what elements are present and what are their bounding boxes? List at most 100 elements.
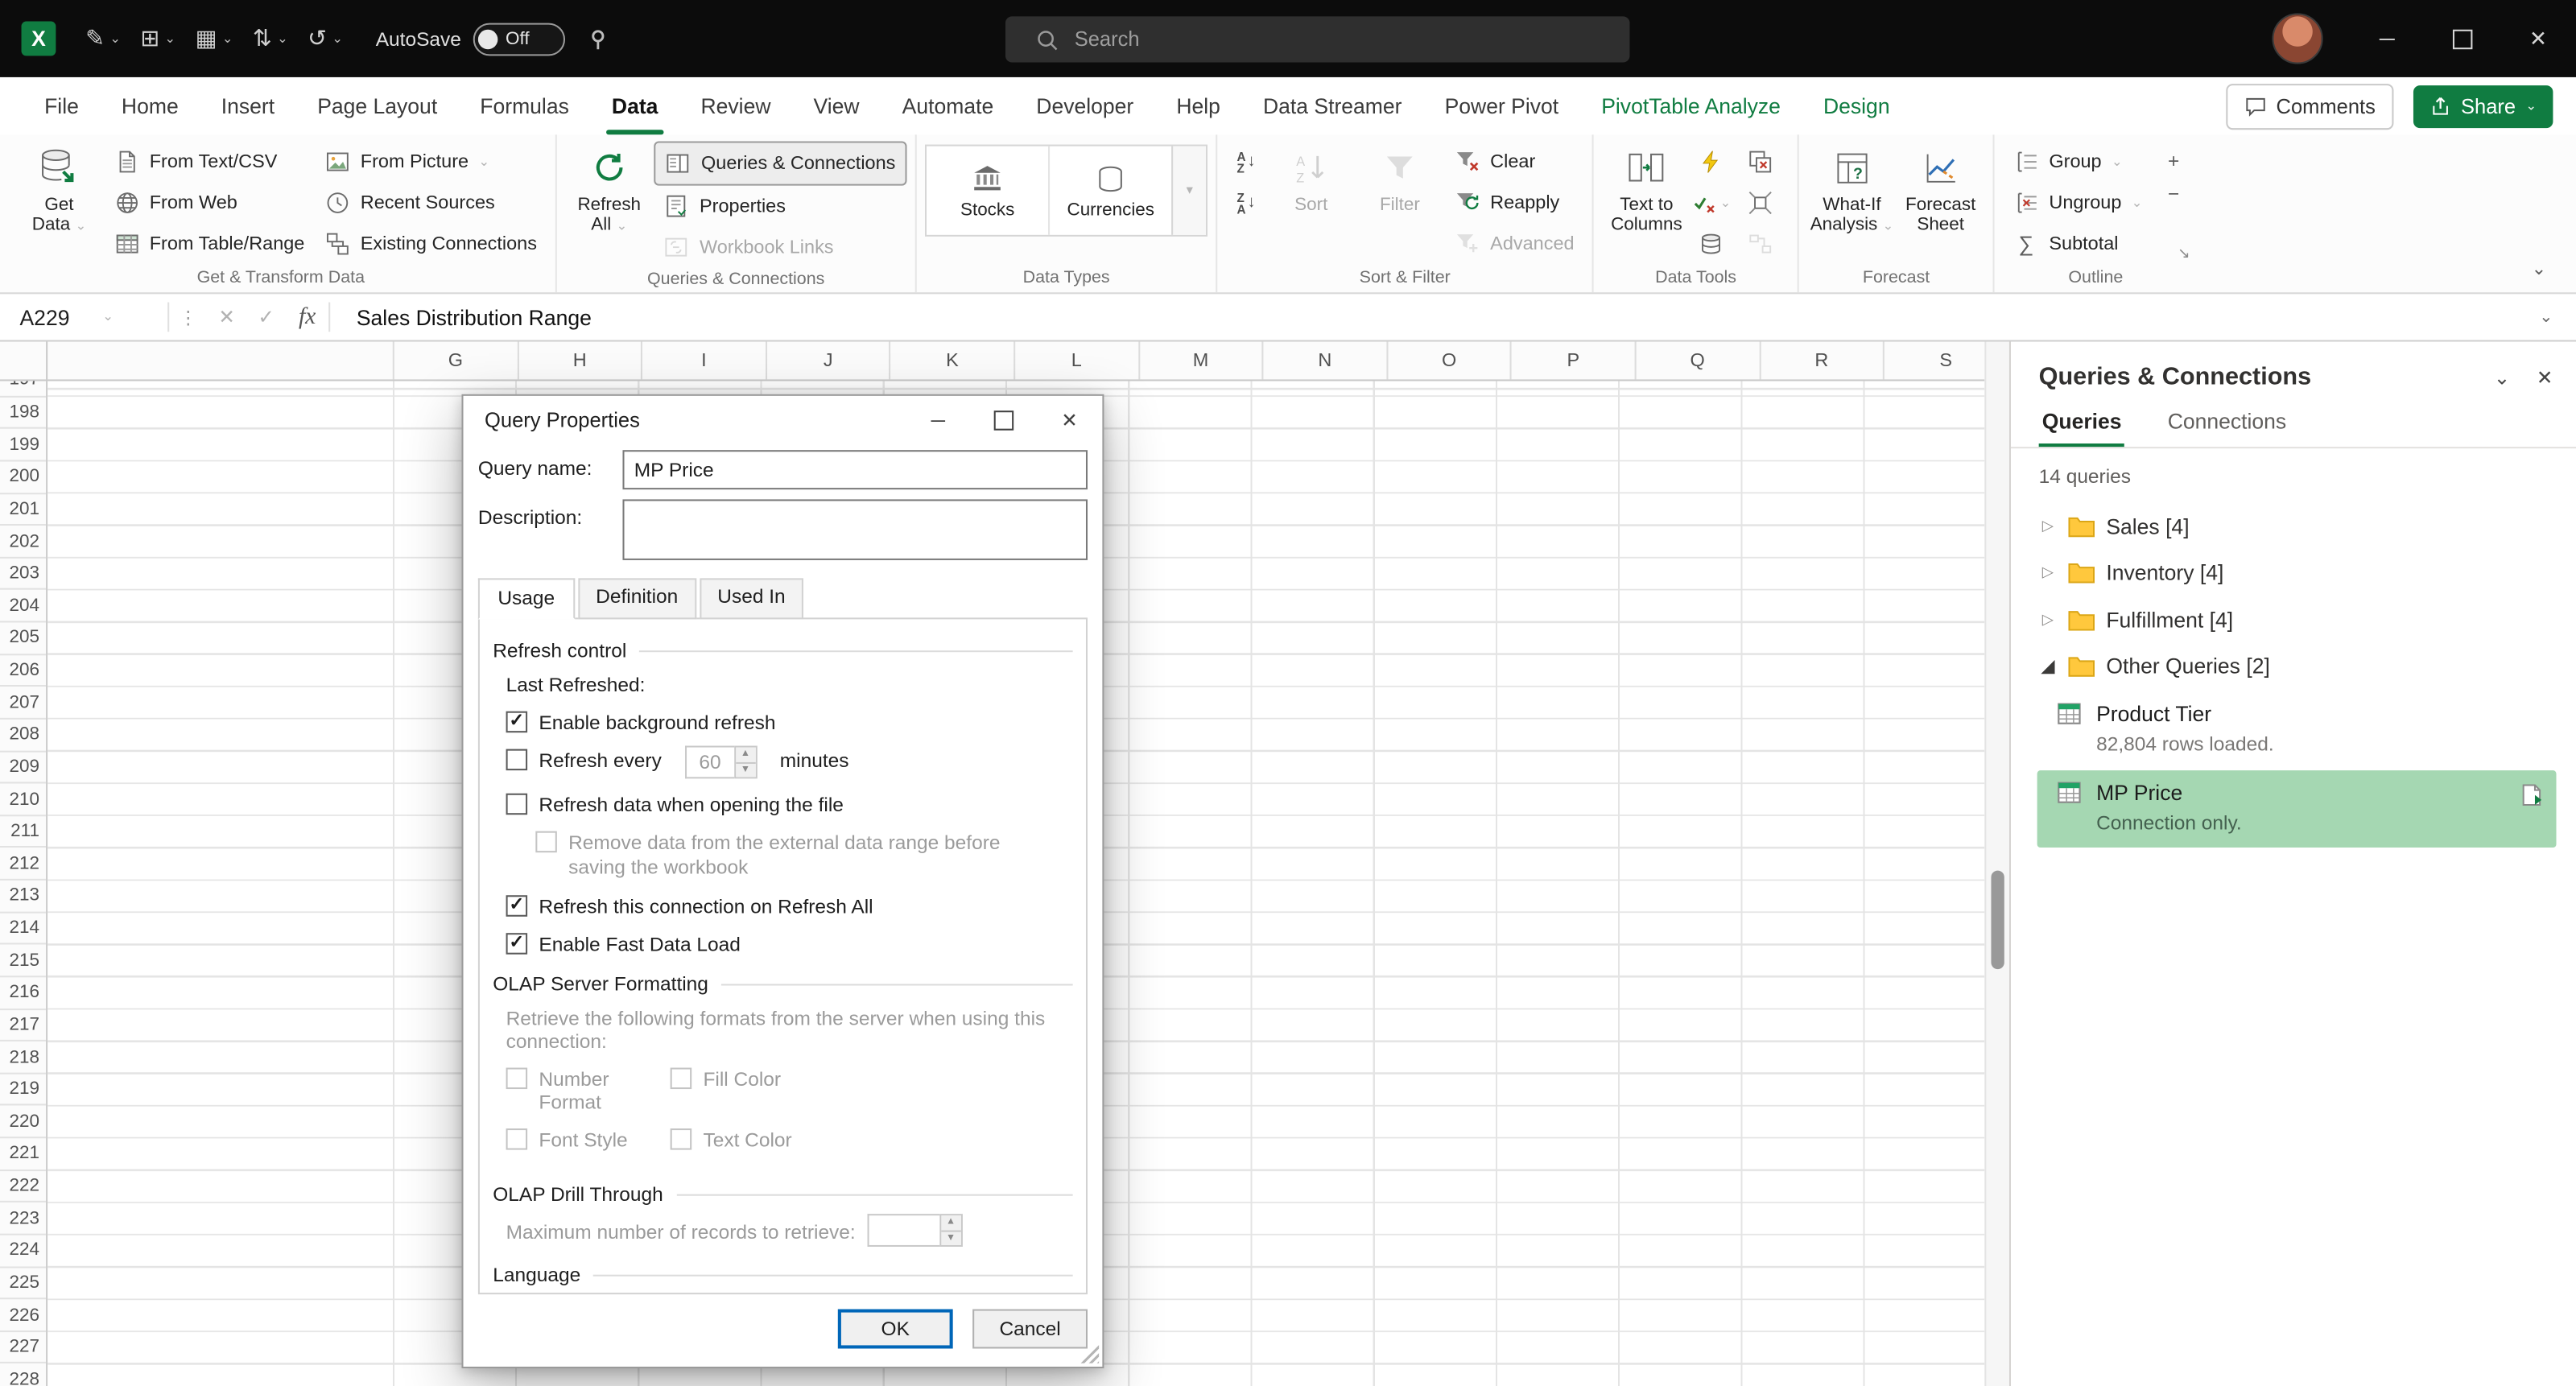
ribbon-tab[interactable]: View (792, 77, 881, 134)
collapse-ribbon-icon[interactable]: ⌄ (2531, 258, 2546, 279)
row-header[interactable]: 207 (0, 687, 46, 720)
qat-cell-style-button[interactable]: ▦⌄ (185, 18, 242, 59)
row-header[interactable]: 216 (0, 977, 46, 1009)
ungroup-button[interactable]: Ungroup ⌄ (2003, 183, 2152, 224)
flash-fill-button[interactable] (1690, 142, 1732, 183)
subtotal-button[interactable]: ∑ Subtotal (2003, 224, 2152, 265)
checkbox-box[interactable] (506, 749, 528, 771)
sort-button[interactable]: AZ Sort (1267, 138, 1356, 215)
expand-arrow-icon[interactable]: ◢ (2039, 656, 2057, 678)
minutes-value[interactable]: 60 (684, 746, 733, 779)
row-header[interactable]: 215 (0, 945, 46, 977)
checkbox-number-format[interactable]: Number Format (506, 1068, 658, 1114)
advanced-filter-button[interactable]: Advanced (1444, 224, 1584, 265)
column-header[interactable]: R (1761, 341, 1885, 379)
row-header[interactable]: 228 (0, 1364, 46, 1386)
gallery-more-button[interactable]: ▾ (1171, 146, 1206, 235)
forecast-sheet-button[interactable]: Forecast Sheet (1897, 138, 1985, 234)
manage-data-model-button[interactable] (1690, 224, 1732, 265)
row-header[interactable]: 214 (0, 913, 46, 945)
column-header[interactable]: N (1264, 341, 1388, 379)
pane-options-chevron-icon[interactable]: ⌄ (2494, 365, 2511, 389)
row-header[interactable]: 203 (0, 559, 46, 591)
qat-pen-button[interactable]: ✎⌄ (76, 18, 130, 59)
relationships-button[interactable] (1740, 224, 1781, 265)
dialog-tab[interactable]: Usage (478, 578, 575, 619)
ribbon-tab[interactable]: Help (1155, 77, 1242, 134)
row-header[interactable]: 198 (0, 397, 46, 429)
checkbox-font-style[interactable]: Font Style (506, 1128, 658, 1152)
column-header[interactable]: K (891, 341, 1015, 379)
checkbox-refresh-on-open[interactable]: Refresh data when opening the file (506, 794, 1073, 817)
from-table-range-button[interactable]: From Table/Range (104, 224, 315, 265)
expand-arrow-icon[interactable]: ▷ (2039, 611, 2057, 629)
row-header[interactable]: 197 (0, 381, 46, 397)
name-box[interactable]: A229 ⌄ (0, 294, 167, 340)
text-to-columns-button[interactable]: Text to Columns (1602, 138, 1690, 234)
row-header[interactable]: 206 (0, 655, 46, 687)
row-header[interactable]: 199 (0, 429, 46, 461)
query-item[interactable]: Product Tier 82,804 rows loaded. (2037, 691, 2557, 769)
stocks-button[interactable]: Stocks (927, 146, 1048, 235)
maximize-button[interactable] (2425, 0, 2500, 77)
row-header[interactable]: 208 (0, 720, 46, 752)
checkbox-refresh-on-refresh-all[interactable]: ✓ Refresh this connection on Refresh All (506, 895, 1073, 918)
filter-button[interactable]: Filter (1356, 138, 1444, 215)
checkbox-box[interactable]: ✓ (506, 895, 528, 917)
row-header[interactable]: 219 (0, 1074, 46, 1106)
column-header[interactable]: M (1139, 341, 1263, 379)
ribbon-tab[interactable]: File (23, 77, 101, 134)
spinner-up-icon[interactable]: ▲ (736, 748, 755, 761)
sort-ascending-button[interactable]: AZ↓ (1226, 142, 1267, 183)
queries-connections-button[interactable]: Queries & Connections (654, 142, 907, 186)
max-records-spinner[interactable]: ▲ ▼ (867, 1214, 962, 1247)
ribbon-tab[interactable]: Data Streamer (1241, 77, 1423, 134)
column-header[interactable]: L (1015, 341, 1139, 379)
qat-undo-button[interactable]: ↺⌄ (298, 18, 353, 59)
dialog-close-icon[interactable]: ✕ (1037, 396, 1103, 445)
row-header[interactable]: 222 (0, 1171, 46, 1203)
row-header[interactable]: 200 (0, 461, 46, 493)
row-header[interactable]: 201 (0, 493, 46, 526)
what-if-analysis-button[interactable]: ? What-If Analysis ⌄ (1807, 138, 1896, 234)
row-header[interactable]: 218 (0, 1042, 46, 1074)
ribbon-tab[interactable]: Home (100, 77, 200, 134)
pane-close-icon[interactable]: ✕ (2537, 365, 2553, 389)
search-box[interactable]: Search (1005, 16, 1630, 62)
row-header[interactable]: 224 (0, 1235, 46, 1268)
checkbox-enable-background-refresh[interactable]: ✓ Enable background refresh (506, 712, 1073, 735)
dialog-minimize-icon[interactable]: ─ (905, 396, 971, 445)
spinner-up-icon[interactable]: ▲ (941, 1215, 960, 1229)
ribbon-tab[interactable]: Developer (1015, 77, 1155, 134)
expand-arrow-icon[interactable]: ▷ (2039, 564, 2057, 582)
row-header[interactable]: 217 (0, 1009, 46, 1042)
share-button[interactable]: Share ⌄ (2413, 85, 2553, 127)
query-folder[interactable]: ▷ Sales [4] (2011, 502, 2576, 549)
drag-handle-icon[interactable]: ⋮ (169, 307, 207, 328)
checkbox-fill-color[interactable]: Fill Color (671, 1068, 1073, 1114)
expand-formula-bar-icon[interactable]: ⌄ (2539, 308, 2553, 326)
qat-sort-button[interactable]: ⇅⌄ (243, 18, 298, 59)
from-text-csv-button[interactable]: From Text/CSV (104, 142, 315, 183)
pane-tab[interactable]: Connections (2165, 404, 2290, 447)
checkbox-text-color[interactable]: Text Color (671, 1128, 1073, 1152)
group-button[interactable]: Group ⌄ (2003, 142, 2152, 183)
pane-tab[interactable]: Queries (2039, 404, 2125, 447)
checkbox-box[interactable] (506, 1128, 528, 1150)
currencies-button[interactable]: Currencies (1048, 146, 1171, 235)
minimize-button[interactable]: ─ (2349, 0, 2425, 77)
properties-button[interactable]: Properties (654, 186, 907, 227)
ok-button[interactable]: OK (838, 1310, 953, 1349)
confirm-entry-icon[interactable]: ✓ (246, 306, 286, 329)
row-header[interactable]: 209 (0, 752, 46, 784)
vertical-scrollbar[interactable] (1984, 341, 2009, 1386)
ribbon-tab[interactable]: Insert (200, 77, 295, 134)
ribbon-tab[interactable]: Automate (881, 77, 1015, 134)
description-input[interactable] (622, 499, 1088, 560)
query-item[interactable]: MP Price Connection only. (2037, 770, 2557, 848)
recent-sources-button[interactable]: Recent Sources (315, 183, 547, 224)
row-header[interactable]: 223 (0, 1203, 46, 1235)
from-web-button[interactable]: From Web (104, 183, 315, 224)
checkbox-box[interactable]: ✓ (506, 933, 528, 955)
formula-value[interactable]: Sales Distribution Range (357, 305, 592, 330)
